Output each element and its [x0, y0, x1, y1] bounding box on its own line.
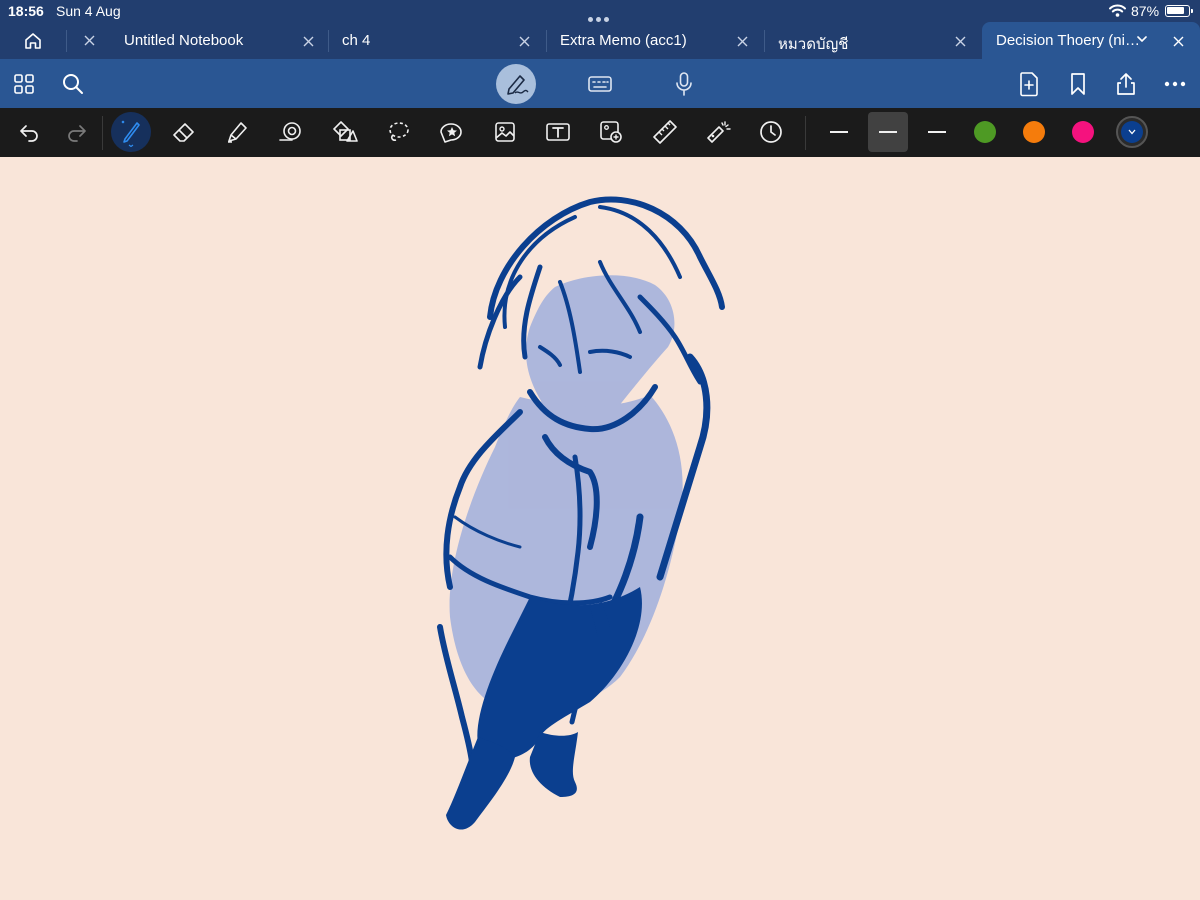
camera-image-tool-button[interactable] [591, 112, 631, 152]
status-date: Sun 4 Aug [56, 3, 121, 19]
tab-label: ch 4 [342, 32, 371, 49]
lasso-icon [389, 122, 409, 141]
history-icon [760, 121, 782, 143]
add-page-button[interactable] [1009, 64, 1049, 104]
tab-close-button[interactable] [298, 31, 318, 51]
lasso-tool-button[interactable] [378, 112, 418, 152]
tab-close-button[interactable] [74, 22, 104, 59]
pen-mode-icon [507, 75, 529, 95]
pen-tool-button[interactable] [111, 112, 151, 152]
toolbar-separator [102, 116, 103, 150]
tab-bar: Untitled Notebook ch 4 Extra Memo (acc1)… [0, 22, 1200, 59]
shapes-icon [333, 121, 358, 142]
tab-label: Extra Memo (acc1) [560, 32, 687, 49]
share-icon [1117, 73, 1135, 95]
tab-label: Decision Thoery (ni… [996, 32, 1140, 49]
share-button[interactable] [1106, 64, 1146, 104]
tape-tool-button[interactable] [271, 112, 311, 152]
color-swatch-orange[interactable] [1023, 121, 1045, 143]
bookmark-icon [1071, 73, 1085, 95]
tab-separator [66, 30, 67, 52]
close-icon [955, 36, 965, 46]
tab-close-button[interactable] [950, 31, 970, 51]
undo-button[interactable] [9, 112, 49, 152]
shapes-tool-button[interactable] [324, 112, 364, 152]
more-button[interactable] [1155, 64, 1195, 104]
color-swatch-green[interactable] [974, 121, 996, 143]
tab-ch-4[interactable]: ch 4 [328, 22, 546, 59]
toolbar-separator [805, 116, 806, 150]
wifi-icon [1109, 4, 1126, 17]
more-icon [1164, 81, 1186, 87]
battery-icon [1165, 5, 1193, 17]
tab-thai-accounting[interactable]: หมวดบัญชี [764, 22, 982, 59]
close-icon [303, 36, 313, 46]
tab-decision-theory[interactable]: Decision Thoery (ni… [982, 22, 1200, 59]
color-swatch-selected[interactable] [1116, 116, 1148, 148]
redo-icon [68, 125, 86, 142]
color-swatch-pink[interactable] [1072, 121, 1094, 143]
status-time: 18:56 [8, 3, 44, 19]
tab-close-button[interactable] [1168, 31, 1188, 51]
redo-button[interactable] [57, 112, 97, 152]
ruler-tool-button[interactable] [645, 112, 685, 152]
elements-tool-button[interactable] [431, 112, 471, 152]
character-sketch [437, 196, 725, 830]
close-icon [519, 36, 529, 46]
add-page-icon [1020, 72, 1038, 97]
tab-untitled-notebook[interactable]: Untitled Notebook [110, 22, 328, 59]
close-icon [1173, 36, 1183, 46]
search-button[interactable] [53, 64, 93, 104]
bookmark-button[interactable] [1058, 64, 1098, 104]
search-icon [63, 74, 83, 94]
chevron-down-icon[interactable] [1136, 33, 1148, 45]
stroke-thin-button[interactable] [819, 112, 859, 152]
status-bar: 18:56 Sun 4 Aug 87% [0, 0, 1200, 22]
tape-icon [279, 122, 301, 141]
thumbnails-button[interactable] [4, 64, 44, 104]
image-icon [495, 122, 515, 142]
microphone-icon [676, 72, 692, 96]
color-swatch-navy [1121, 121, 1143, 143]
tab-close-button[interactable] [732, 31, 752, 51]
tab-label: Untitled Notebook [124, 32, 244, 49]
image-tool-button[interactable] [485, 112, 525, 152]
chevron-down-icon [1128, 129, 1136, 135]
laser-pointer-icon [707, 121, 731, 143]
close-icon [84, 35, 94, 46]
highlighter-icon [228, 122, 247, 143]
thumbnails-icon [14, 74, 34, 94]
home-tab[interactable] [0, 22, 66, 59]
stroke-medium-button[interactable] [868, 112, 908, 152]
tab-close-button[interactable] [514, 31, 534, 51]
eraser-icon [173, 123, 194, 142]
text-tool-button[interactable] [538, 112, 578, 152]
microphone-button[interactable] [664, 64, 704, 104]
elements-icon [440, 123, 462, 143]
text-icon [546, 123, 570, 141]
close-icon [737, 36, 747, 46]
multitasking-dots-icon[interactable] [588, 9, 612, 22]
pen-mode-button[interactable] [496, 64, 536, 104]
home-icon [25, 32, 41, 49]
pen-icon [121, 120, 140, 147]
stroke-thick-button[interactable] [917, 112, 957, 152]
tab-label: หมวดบัญชี [778, 36, 849, 53]
keyboard-icon [588, 76, 612, 92]
undo-icon [20, 125, 38, 142]
ruler-icon [653, 120, 677, 144]
laser-pointer-tool-button[interactable] [698, 112, 738, 152]
battery-percent: 87% [1131, 3, 1160, 19]
eraser-tool-button[interactable] [164, 112, 204, 152]
keyboard-button[interactable] [580, 64, 620, 104]
drawing-canvas[interactable] [0, 157, 1200, 900]
camera-image-icon [600, 121, 622, 143]
tab-extra-memo[interactable]: Extra Memo (acc1) [546, 22, 764, 59]
drawing-toolbar [0, 108, 1200, 157]
highlighter-tool-button[interactable] [217, 112, 257, 152]
history-tool-button[interactable] [751, 112, 791, 152]
document-toolbar [0, 59, 1200, 108]
